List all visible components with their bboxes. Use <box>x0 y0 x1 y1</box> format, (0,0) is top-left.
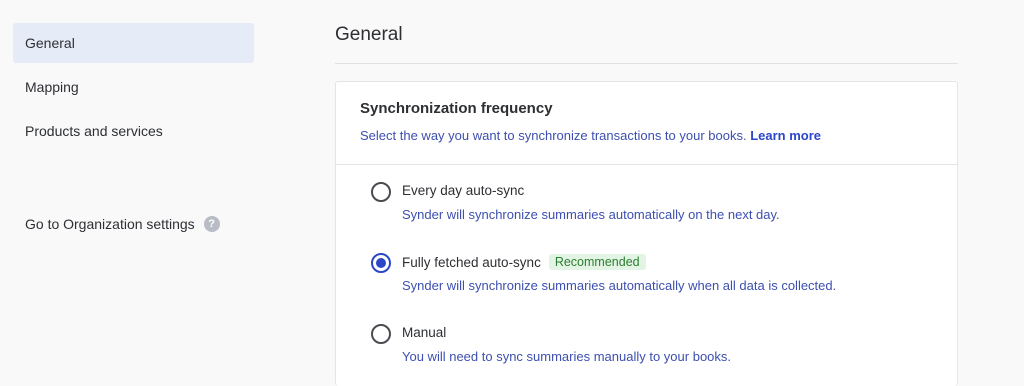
option-every-day-auto-sync[interactable]: Every day auto-sync Synder will synchron… <box>371 182 931 230</box>
card-subtitle: Select the way you want to synchronize t… <box>360 128 821 143</box>
main-content: General Synchronization frequency Select… <box>335 0 958 386</box>
option-label: Fully fetched auto-sync <box>402 254 541 270</box>
option-manual[interactable]: Manual You will need to sync summaries m… <box>371 324 931 372</box>
sidebar: General Mapping Products and services Go… <box>0 0 270 386</box>
page-title: General <box>335 24 403 45</box>
sidebar-item-label: Products and services <box>25 123 163 139</box>
organization-settings-link[interactable]: Go to Organization settings ? <box>25 213 220 235</box>
option-description: Synder will synchronize summaries automa… <box>402 207 780 222</box>
option-description: You will need to sync summaries manually… <box>402 349 732 364</box>
option-label: Every day auto-sync <box>402 183 525 198</box>
radio-fully-fetched-auto-sync[interactable] <box>371 253 391 273</box>
organization-settings-label: Go to Organization settings <box>25 216 195 232</box>
sidebar-item-label: General <box>25 35 75 51</box>
sync-frequency-card: Synchronization frequency Select the way… <box>335 81 958 386</box>
radio-manual[interactable] <box>371 324 391 344</box>
learn-more-link[interactable]: Learn more <box>750 128 821 143</box>
sidebar-item-products-and-services[interactable]: Products and services <box>13 111 254 151</box>
option-description: Synder will synchronize summaries automa… <box>402 278 837 293</box>
card-title: Synchronization frequency <box>360 100 553 117</box>
title-divider <box>335 63 958 64</box>
radio-every-day-auto-sync[interactable] <box>371 182 391 202</box>
option-label-row: Fully fetched auto-sync Recommended <box>402 254 646 270</box>
card-header: Synchronization frequency Select the way… <box>336 82 957 165</box>
recommended-badge: Recommended <box>548 254 646 270</box>
sidebar-item-general[interactable]: General <box>13 23 254 63</box>
sidebar-item-mapping[interactable]: Mapping <box>13 67 254 107</box>
sidebar-item-label: Mapping <box>25 79 79 95</box>
option-label: Manual <box>402 325 447 340</box>
help-icon[interactable]: ? <box>203 216 220 232</box>
option-fully-fetched-auto-sync[interactable]: Fully fetched auto-sync Recommended Synd… <box>371 253 931 301</box>
card-subtitle-text: Select the way you want to synchronize t… <box>360 128 747 143</box>
